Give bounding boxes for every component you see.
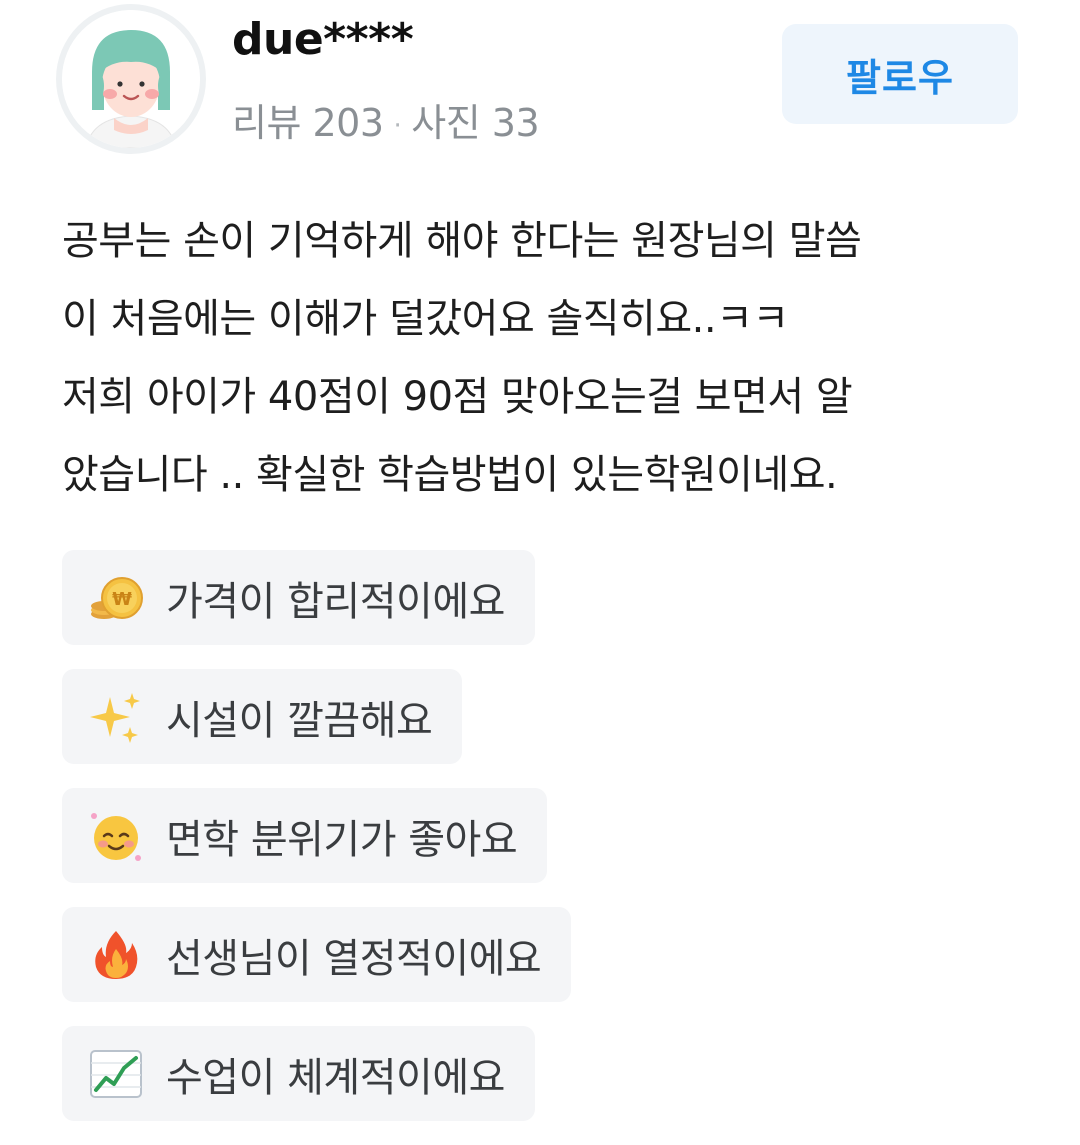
svg-text:₩: ₩ [112, 589, 132, 610]
smiling-face-icon [88, 808, 144, 864]
tag-chip: ₩ 가격이 합리적이에요 [62, 550, 535, 645]
tag-label: 면학 분위기가 좋아요 [166, 816, 518, 863]
review-count: 리뷰 203 [232, 101, 384, 145]
fire-icon [88, 927, 144, 983]
tag-chip: 시설이 깔끔해요 [62, 669, 463, 764]
meta-separator: · [393, 110, 402, 141]
coin-icon: ₩ [88, 570, 144, 626]
review-tags: ₩ 가격이 합리적이에요 시설이 깔끔해요 면학 분위기가 좋아요 선생님이 열… [62, 550, 1022, 1145]
tag-chip: 면학 분위기가 좋아요 [62, 788, 548, 883]
photo-count: 사진 33 [411, 101, 540, 145]
chart-increasing-icon [88, 1046, 144, 1102]
tag-chip: 선생님이 열정적이에요 [62, 907, 572, 1002]
tag-chip: 수업이 체계적이에요 [62, 1026, 535, 1121]
follow-button[interactable]: 팔로우 [782, 24, 1018, 124]
review-body-line: 공부는 손이 기억하게 해야 한다는 원장님의 말씀 [62, 218, 862, 264]
tag-label: 시설이 깔끔해요 [166, 697, 433, 744]
tag-label: 가격이 합리적이에요 [166, 578, 505, 625]
avatar-illustration-icon [62, 10, 200, 148]
author-name[interactable]: due**** [232, 14, 414, 65]
tag-label: 선생님이 열정적이에요 [166, 935, 542, 982]
review-header: due**** 리뷰 203 · 사진 33 팔로우 [0, 0, 1080, 170]
author-stats: 리뷰 203 · 사진 33 [232, 92, 540, 147]
tag-label: 수업이 체계적이에요 [166, 1054, 505, 1101]
review-body: 공부는 손이 기억하게 해야 한다는 원장님의 말씀 이 처음에는 이해가 덜갔… [62, 202, 1022, 514]
review-body-line: 이 처음에는 이해가 덜갔어요 솔직히요..ㅋㅋ [62, 296, 789, 342]
review-body-line: 았습니다 .. 확실한 학습방법이 있는학원이네요. [62, 452, 838, 498]
user-avatar[interactable] [62, 10, 200, 148]
sparkles-icon [88, 689, 144, 745]
review-body-line: 저희 아이가 40점이 90점 맞아오는걸 보면서 알 [62, 374, 853, 420]
